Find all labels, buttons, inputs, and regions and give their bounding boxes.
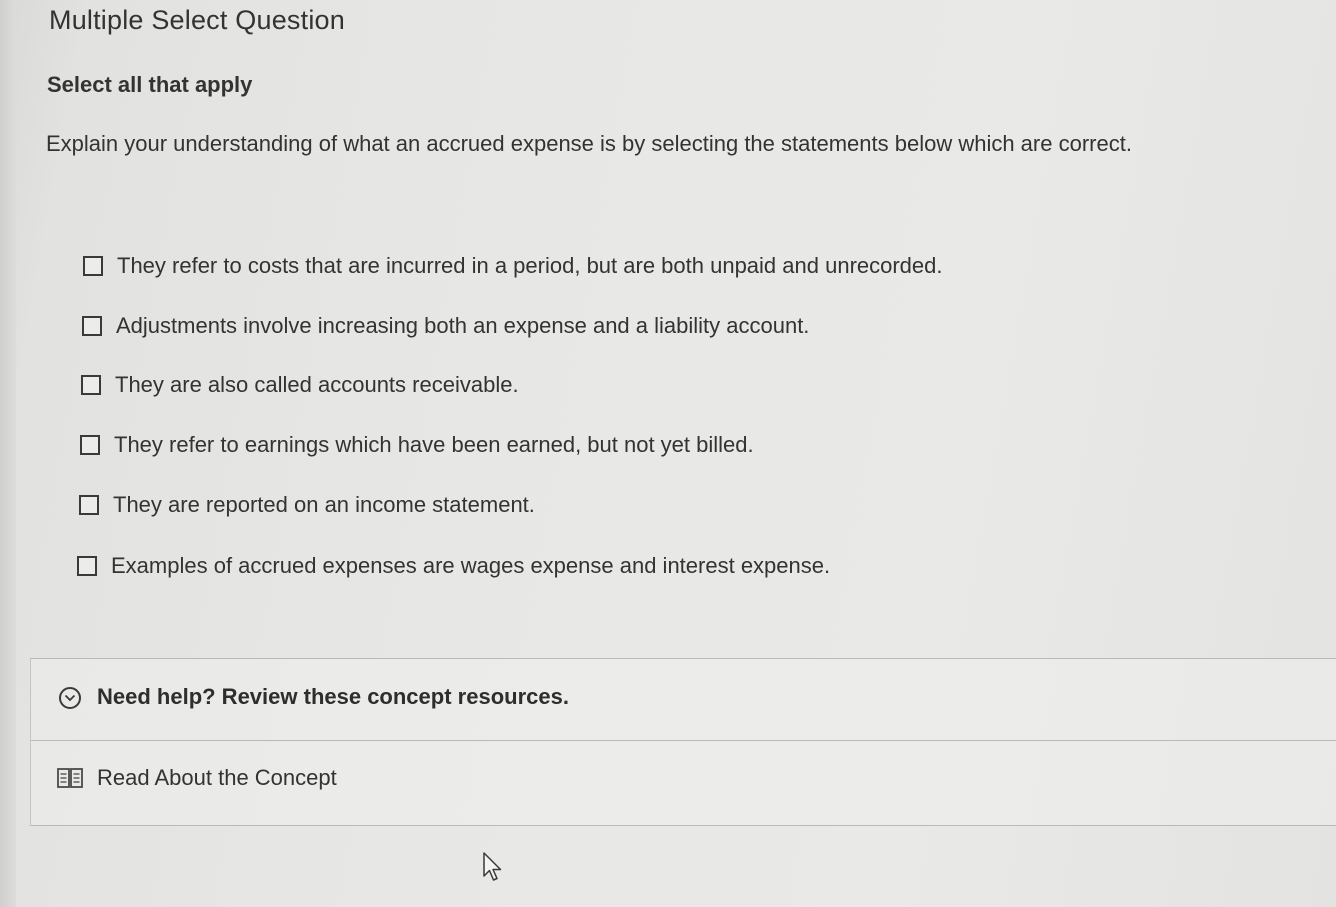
answer-option-3[interactable]: They are also called accounts receivable… [81,372,519,398]
answer-option-label: They refer to costs that are incurred in… [117,253,943,278]
answer-option-6[interactable]: Examples of accrued expenses are wages e… [77,553,830,579]
concept-resources-panel: Need help? Review these concept resource… [30,658,1336,826]
answer-option-label: They are also called accounts receivable… [115,372,519,397]
question-instruction: Select all that apply [47,72,253,97]
checkbox-4[interactable] [80,435,100,455]
answer-option-5[interactable]: They are reported on an income statement… [79,492,535,518]
concept-resources-toggle[interactable]: Need help? Review these concept resource… [31,659,1336,741]
answer-option-label: They refer to earnings which have been e… [114,432,754,457]
answer-option-label: Examples of accrued expenses are wages e… [111,553,831,578]
checkbox-1[interactable] [83,256,103,276]
answer-option-label: They are reported on an income statement… [113,492,535,517]
read-about-concept-link[interactable]: Read About the Concept [57,765,337,791]
answer-option-label: Adjustments involve increasing both an e… [116,313,810,338]
answer-option-4[interactable]: They refer to earnings which have been e… [80,432,754,458]
question-prompt: Explain your understanding of what an ac… [46,131,1132,156]
checkbox-5[interactable] [79,495,99,515]
mouse-pointer-icon [483,852,502,881]
checkbox-6[interactable] [77,556,97,576]
answer-option-2[interactable]: Adjustments involve increasing both an e… [82,313,809,339]
book-icon [57,768,83,788]
page-edge [0,0,16,907]
chevron-down-circle-icon [59,687,81,709]
resource-label: Read About the Concept [97,765,337,790]
checkbox-2[interactable] [82,316,102,336]
concept-resources-title: Need help? Review these concept resource… [97,684,569,709]
answer-option-1[interactable]: They refer to costs that are incurred in… [83,253,943,279]
checkbox-3[interactable] [81,375,101,395]
question-type-heading: Multiple Select Question [49,5,345,35]
